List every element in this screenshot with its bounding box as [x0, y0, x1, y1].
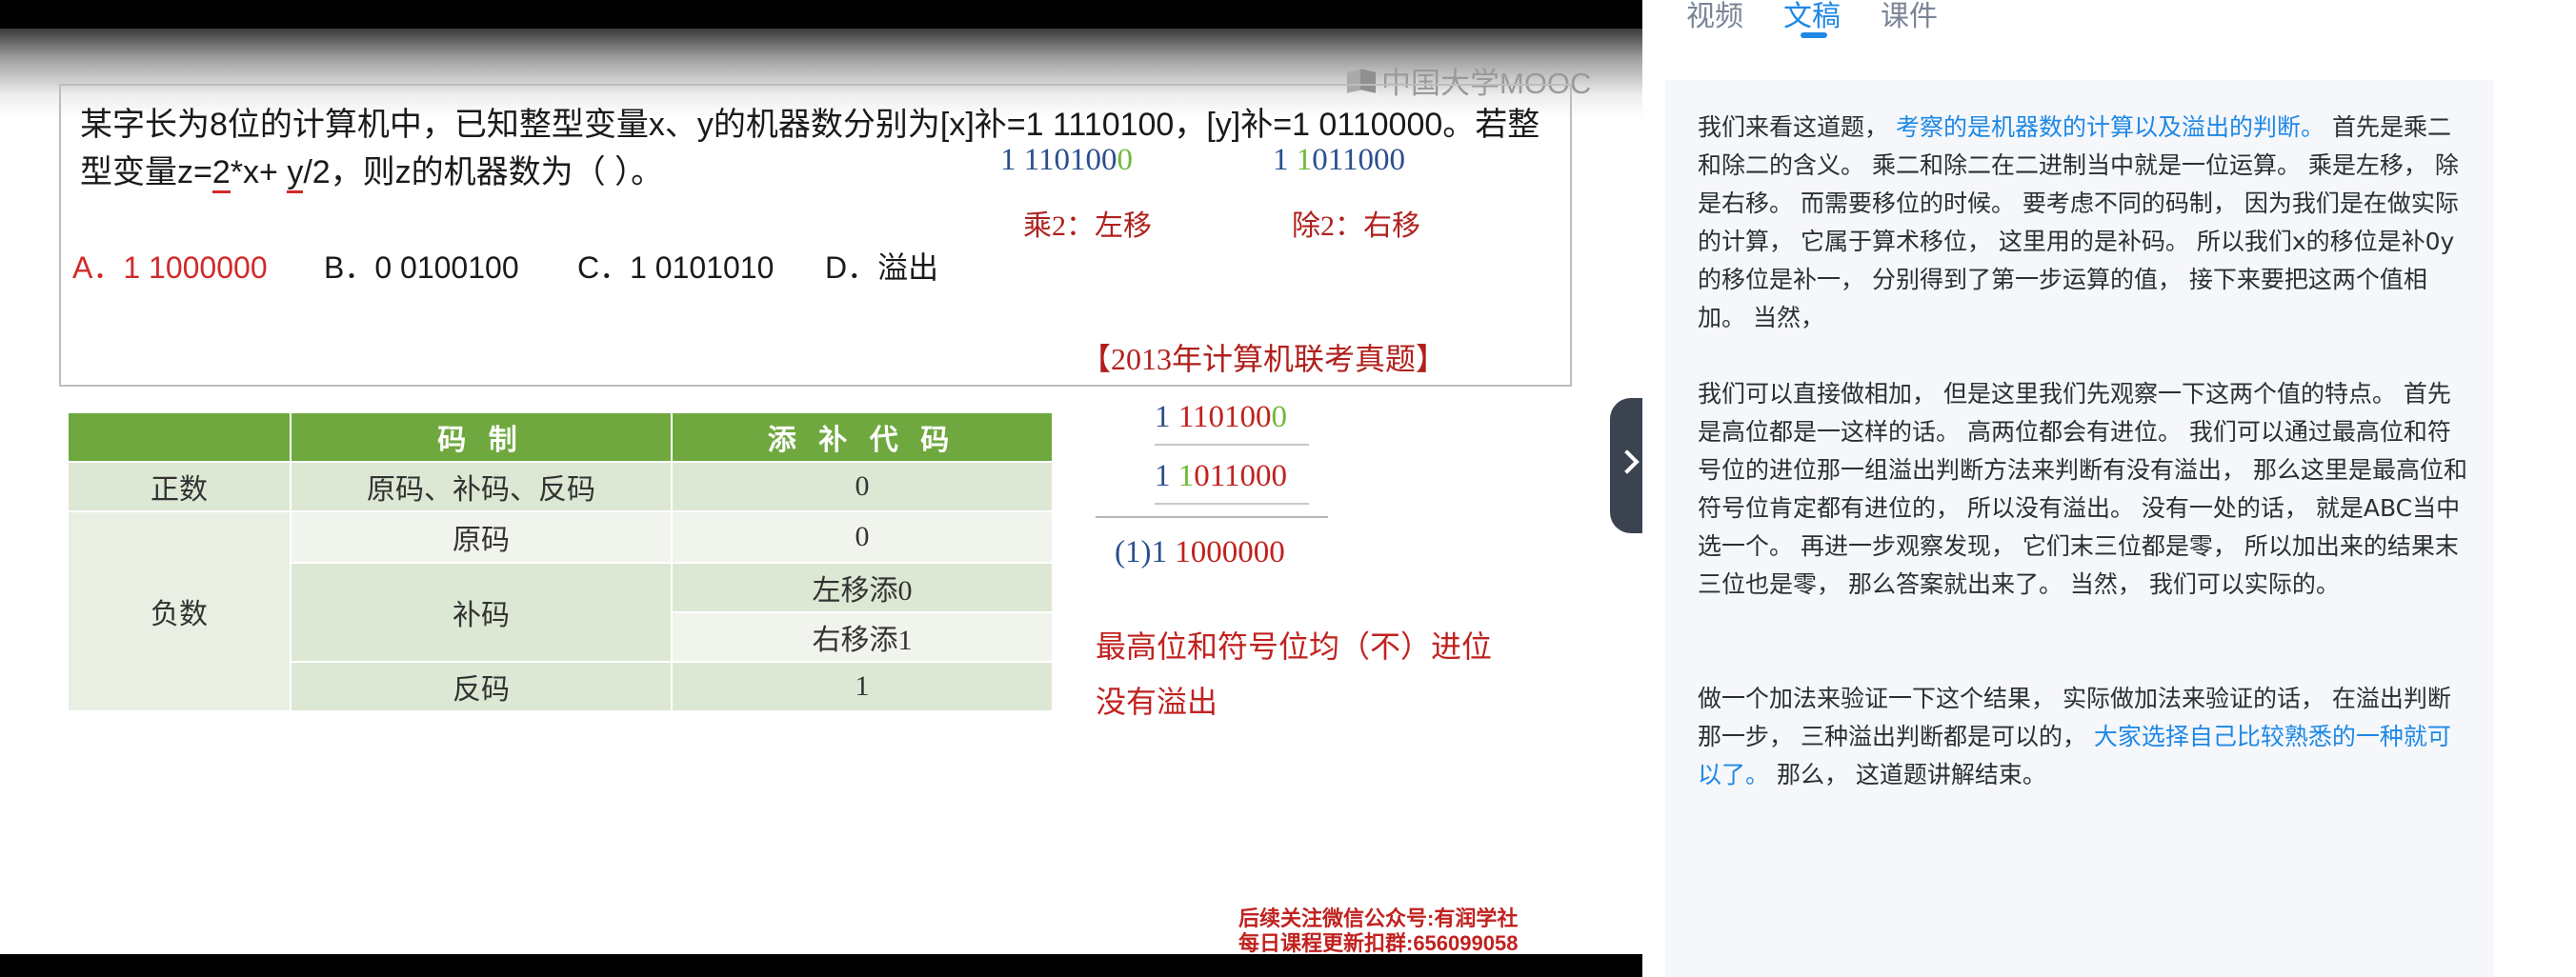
calc-x-bits: 1 110100	[1000, 143, 1117, 177]
code-fill-table: 码 制 添 补 代 码 正数 原码、补码、反码 0 负数 原码 0 补码 左移添…	[67, 411, 1054, 712]
video-top-bar	[0, 0, 1642, 29]
question-underlined-2: 2	[211, 154, 231, 193]
shift-left-label: 乘2：左移	[1023, 210, 1152, 242]
transcript-content[interactable]: 我们来看这道题， 考察的是机器数的计算以及溢出的判断。 首先是乘二和除二的含义。…	[1665, 80, 2494, 977]
calc-y-added-bit: 1	[1296, 143, 1313, 177]
sum-row-2-sign: 1	[1155, 459, 1178, 493]
calc-y-bits: 011000	[1312, 143, 1406, 177]
table-positive-fill: 0	[671, 461, 1054, 512]
table-positive-label: 正数	[67, 461, 292, 512]
table-neg-ones-fill: 1	[671, 661, 1054, 712]
transcript-p1-highlight[interactable]: 考察的是机器数的计算以及溢出的判断。	[1896, 113, 2324, 141]
transcript-paragraph-2[interactable]: 我们可以直接做相加， 但是这里我们先观察一下这两个值的特点。 首先是高位都是一这…	[1698, 375, 2467, 604]
tab-video[interactable]: 视频	[1686, 0, 1743, 34]
table-positive-codes: 原码、补码、反码	[290, 461, 673, 512]
table-neg-complement-left: 左移添0	[671, 562, 1054, 613]
sum-row-1-added: 0	[1271, 400, 1288, 434]
sum-underline-2b	[1195, 503, 1309, 505]
note-no-overflow: 没有溢出	[1096, 685, 1218, 719]
tab-courseware-label: 课件	[1881, 0, 1938, 33]
table-neg-complement-right: 右移添1	[671, 611, 1054, 663]
tab-video-label: 视频	[1686, 0, 1743, 33]
transcript-paragraph-3[interactable]: 做一个加法来验证一下这个结果， 实际做加法来验证的话， 在溢出判断那一步， 三种…	[1698, 680, 2467, 794]
calc-y-sign: 1	[1273, 143, 1297, 177]
transcript-paragraph-1[interactable]: 我们来看这道题， 考察的是机器数的计算以及溢出的判断。 首先是乘二和除二的含义。…	[1698, 109, 2467, 337]
table-header-fill-code: 添 补 代 码	[671, 411, 1054, 463]
table-header-code-system: 码 制	[290, 411, 673, 463]
footer-line-1: 后续关注微信公众号:有润学社	[1238, 907, 1519, 930]
chevron-right-icon	[1615, 449, 1640, 474]
sum-row-1: 1 1101000	[1155, 400, 1287, 435]
table-negative-label: 负数	[67, 510, 292, 712]
calc-y-shifted: 1 1011000	[1273, 143, 1405, 178]
active-tab-indicator	[1801, 32, 1827, 38]
choice-b: B．0 0100100	[324, 250, 519, 285]
table-neg-complement: 补码	[290, 562, 673, 663]
question-line-2-post: /2，则z的机器数为（ ）。	[303, 154, 664, 190]
tab-transcript[interactable]: 文稿	[1783, 0, 1841, 38]
choice-a: A．1 1000000	[72, 250, 268, 285]
table-header-empty	[67, 411, 292, 463]
transcript-p2-text: 我们可以直接做相加， 但是这里我们先观察一下这两个值的特点。 首先是高位都是一这…	[1698, 380, 2467, 598]
sum-row-2-bits: 011000	[1194, 459, 1288, 493]
video-bottom-bar	[0, 954, 1642, 977]
question-line-2-mid: *x+	[230, 154, 288, 190]
note-carry: 最高位和符号位均（不）进位	[1096, 629, 1493, 664]
panel-toggle-button[interactable]	[1610, 398, 1644, 533]
calc-x-shifted: 1 1101000	[1000, 143, 1133, 178]
sum-row-1-sign: 1	[1155, 400, 1178, 434]
question-line-1: 某字长为8位的计算机中，已知整型变量x、y的机器数分别为[x]补=1 11101…	[80, 107, 1540, 143]
exam-source-tag: 【2013年计算机联考真题】	[1080, 342, 1447, 376]
video-player[interactable]: 中国大学MOOC 某字长为8位的计算机中，已知整型变量x、y的机器数分别为[x]…	[0, 0, 1642, 977]
calc-x-added-bit: 0	[1117, 143, 1134, 177]
question-line-2-pre: 型变量z=	[80, 154, 212, 190]
transcript-p3-text-b: 那么， 这道题讲解结束。	[1776, 761, 2046, 788]
sum-underline-1b	[1195, 444, 1309, 446]
choice-c: C．1 0101010	[577, 250, 775, 285]
sum-result-sign: 1	[1151, 535, 1176, 569]
table-neg-original: 原码	[290, 510, 673, 564]
shift-right-label: 除2：右移	[1292, 210, 1420, 242]
sum-divider-line	[1096, 516, 1328, 518]
transcript-p1-text-a: 我们来看这道题，	[1698, 113, 1889, 141]
sum-result-carry: (1)	[1115, 535, 1152, 569]
sum-result: (1)1 1000000	[1115, 535, 1285, 570]
sum-result-bits: 1000000	[1175, 535, 1285, 569]
sum-row-2: 1 1011000	[1155, 459, 1287, 494]
question-underlined-y: y	[287, 154, 304, 193]
side-panel: 视频 文稿 课件 我们来看这道题， 考察的是机器数的计算以及溢出的判断。 首先是…	[1642, 0, 2576, 977]
tab-transcript-label: 文稿	[1783, 0, 1841, 33]
choice-d: D．溢出	[825, 250, 939, 285]
table-neg-original-fill: 0	[671, 510, 1054, 564]
sum-row-1-bits: 110100	[1177, 400, 1272, 434]
sum-row-2-added: 1	[1177, 459, 1195, 493]
panel-tabs: 视频 文稿 课件	[1686, 0, 1938, 38]
table-neg-ones: 反码	[290, 661, 673, 712]
transcript-p1-text-b: 首先是乘二和除二的含义。 乘二和除二在二进制当中就是一位运算。 乘是左移， 除是…	[1698, 113, 2459, 331]
tab-courseware[interactable]: 课件	[1881, 0, 1938, 34]
footer-line-2: 每日课程更新扣群:656099058	[1238, 931, 1519, 955]
video-footer-note: 后续关注微信公众号:有润学社 每日课程更新扣群:656099058	[1238, 907, 1518, 956]
